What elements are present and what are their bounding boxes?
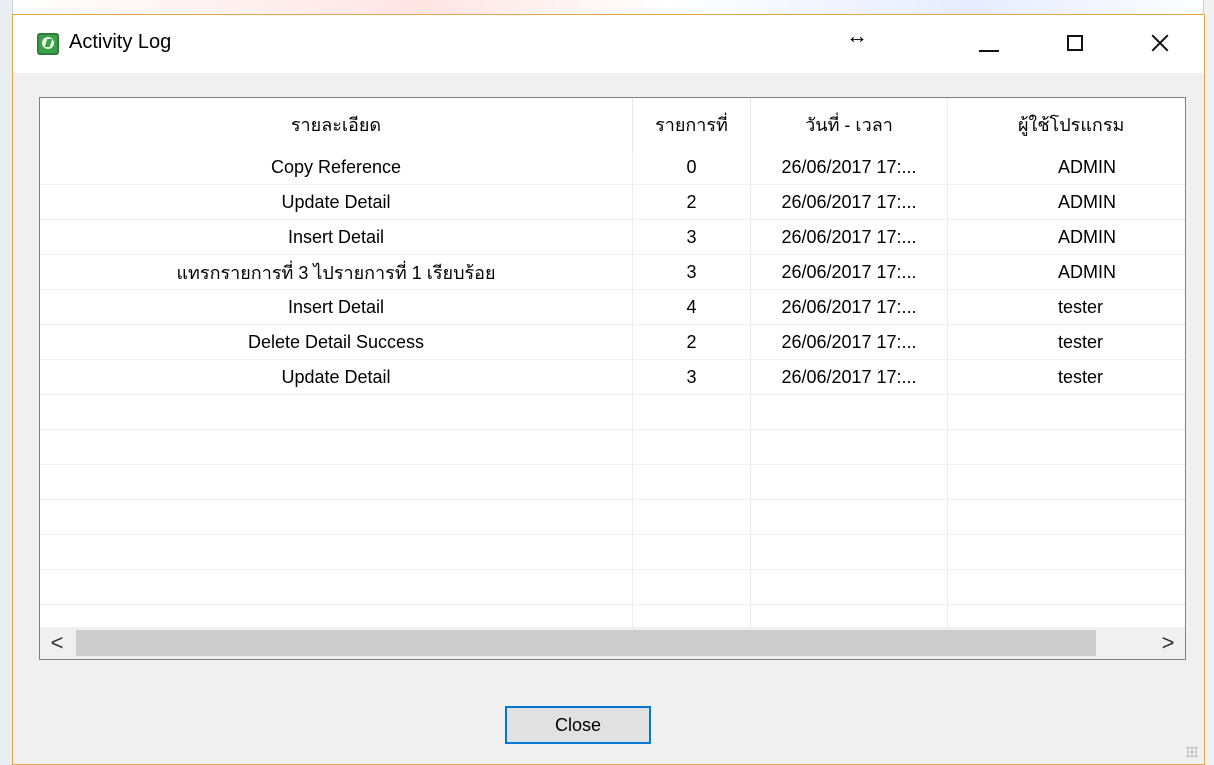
column-header-detail[interactable]: รายละเอียด [40,98,632,150]
empty-row [40,570,1185,605]
datetime-cell: 26/06/2017 17:... [750,185,947,219]
detail-cell: แทรกรายการที่ 3 ไปรายการที่ 1 เรียบร้อย [176,262,496,283]
detail-cell: Copy Reference [270,156,402,177]
scrollbar-thumb[interactable] [76,630,1096,656]
item-no-cell: 3 [632,255,750,289]
activity-table: รายละเอียด รายการที่ วันที่ - เวลา ผู้ใช… [40,98,1185,640]
empty-row [40,535,1185,570]
table-row[interactable]: Update Detail 3 26/06/2017 17:... tester [40,360,1185,395]
datetime-cell: 26/06/2017 17:... [750,150,947,184]
table-row[interactable]: แทรกรายการที่ 3 ไปรายการที่ 1 เรียบร้อย … [40,255,1185,290]
item-no-cell: 2 [632,185,750,219]
item-no-cell: 3 [632,220,750,254]
datetime-cell: 26/06/2017 17:... [750,255,947,289]
title-bar[interactable]: Activity Log ↔ [13,15,1204,73]
item-no-cell: 2 [632,325,750,359]
detail-cell: Update Detail [281,366,391,387]
table-header: รายละเอียด รายการที่ วันที่ - เวลา ผู้ใช… [40,98,1185,150]
detail-cell: Delete Detail Success [247,331,425,352]
item-no-cell: 3 [632,360,750,394]
item-no-cell: 0 [632,150,750,184]
maximize-button[interactable] [1055,23,1095,63]
table-row[interactable]: Copy Reference 0 26/06/2017 17:... ADMIN [40,150,1185,185]
activity-log-window: Activity Log ↔ รายละเอียด รายการที่ วันท… [12,14,1205,765]
app-icon [37,33,59,55]
column-header-user[interactable]: ผู้ใช้โปรแกรม [947,98,1185,150]
window-title: Activity Log [69,31,172,53]
table-row[interactable]: Delete Detail Success 2 26/06/2017 17:..… [40,325,1185,360]
horizontal-scrollbar[interactable]: < > [40,627,1185,659]
detail-cell: Insert Detail [287,226,385,247]
datetime-cell: 26/06/2017 17:... [750,325,947,359]
close-button[interactable]: Close [505,706,651,744]
minimize-button[interactable] [970,23,1010,63]
scroll-left-button[interactable]: < [40,627,74,659]
table-row[interactable]: Insert Detail 3 26/06/2017 17:... ADMIN [40,220,1185,255]
datetime-cell: 26/06/2017 17:... [750,360,947,394]
scroll-right-button[interactable]: > [1151,627,1185,659]
user-cell: ADMIN [947,255,1185,289]
background-app-top-edge [0,0,1214,14]
user-cell: tester [947,290,1185,324]
user-cell: tester [947,325,1185,359]
user-cell: tester [947,360,1185,394]
table-row[interactable]: Update Detail 2 26/06/2017 17:... ADMIN [40,185,1185,220]
empty-row [40,430,1185,465]
detail-cell: Update Detail [281,191,391,212]
user-cell: ADMIN [947,150,1185,184]
detail-cell: Insert Detail [287,296,385,317]
datetime-cell: 26/06/2017 17:... [750,290,947,324]
activity-list[interactable]: รายละเอียด รายการที่ วันที่ - เวลา ผู้ใช… [39,97,1186,660]
resize-cursor-icon: ↔ [846,23,868,48]
table-row[interactable]: Insert Detail 4 26/06/2017 17:... tester [40,290,1185,325]
resize-grip-icon[interactable] [1186,746,1198,758]
empty-row [40,395,1185,430]
datetime-cell: 26/06/2017 17:... [750,220,947,254]
column-header-datetime[interactable]: วันที่ - เวลา [750,98,947,150]
item-no-cell: 4 [632,290,750,324]
column-header-item-no[interactable]: รายการที่ [632,98,750,150]
empty-row [40,500,1185,535]
close-window-button[interactable] [1140,23,1180,63]
user-cell: ADMIN [947,220,1185,254]
empty-row [40,465,1185,500]
user-cell: ADMIN [947,185,1185,219]
